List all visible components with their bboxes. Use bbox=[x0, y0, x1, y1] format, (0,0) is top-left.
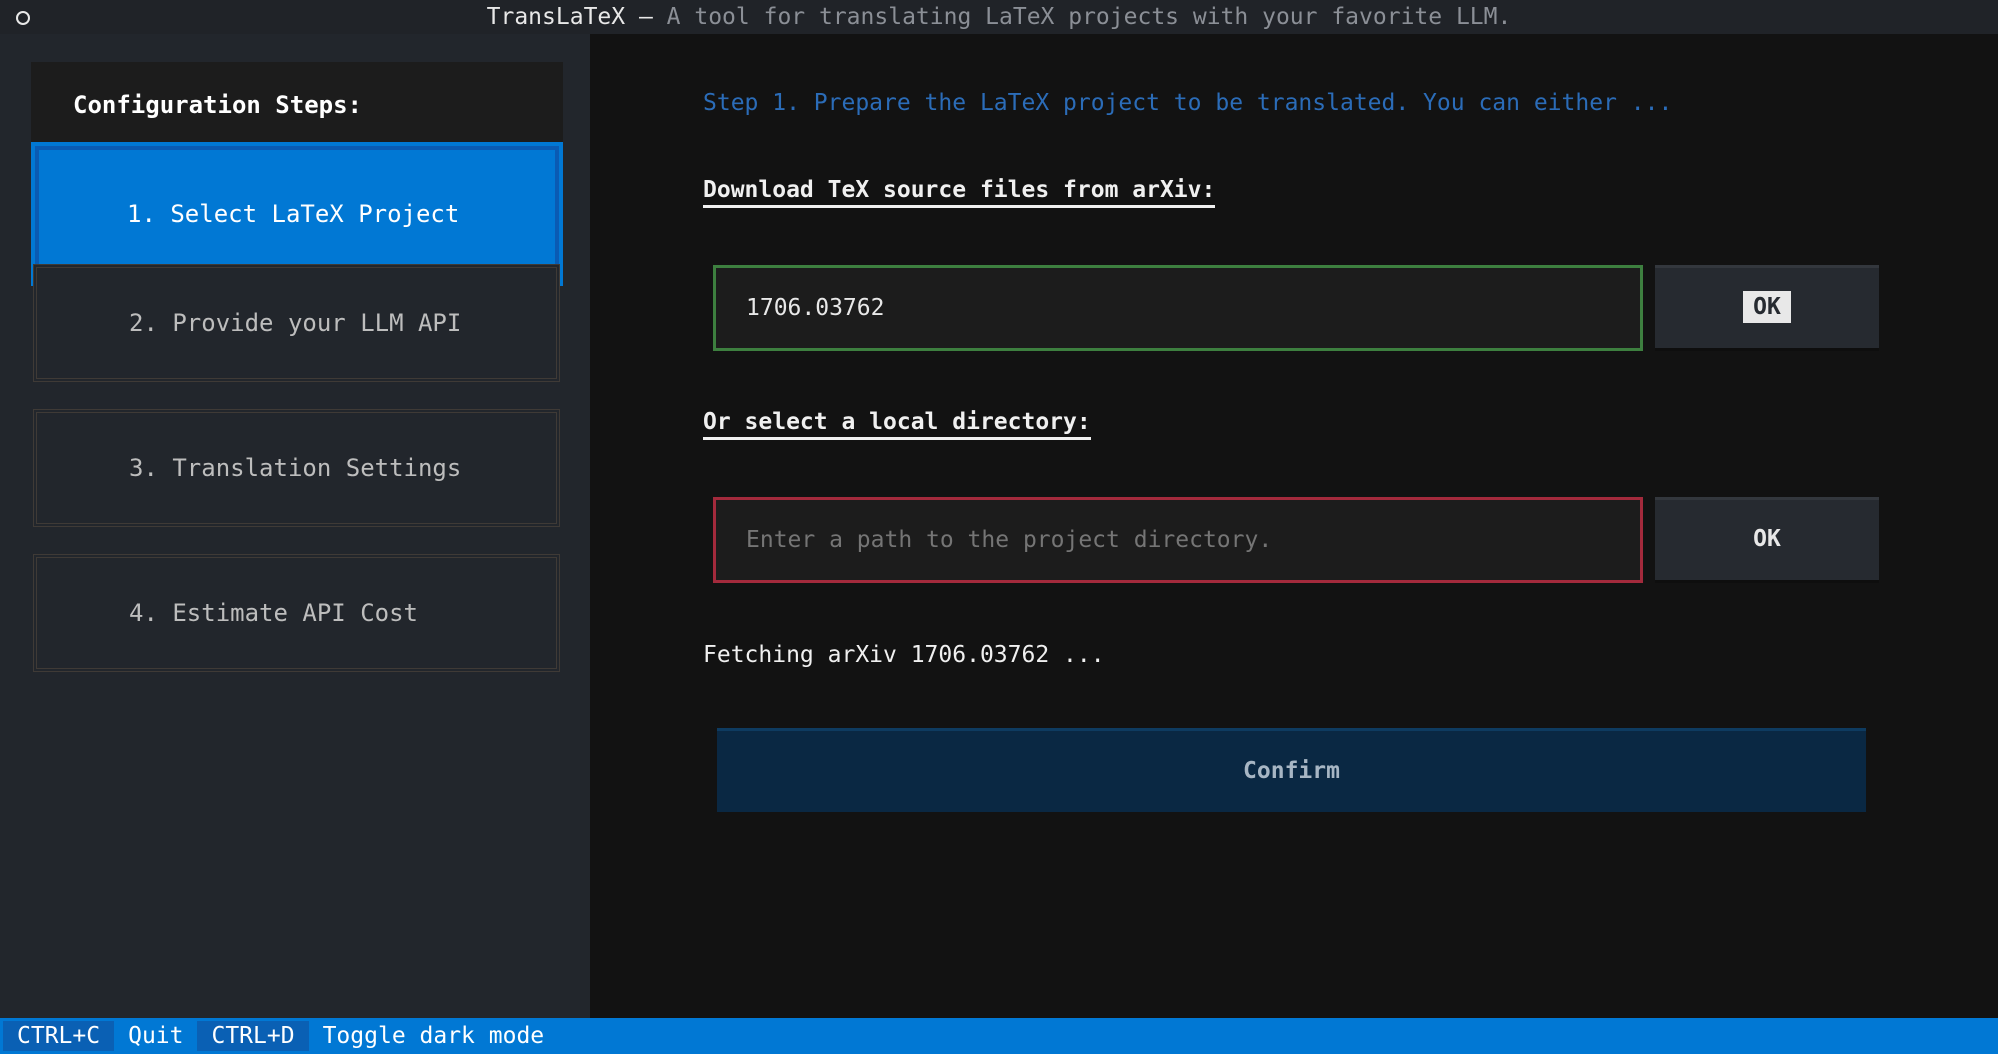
step-label: 2. Provide your LLM API bbox=[129, 309, 462, 337]
sidebar-step-translation-settings[interactable]: 3. Translation Settings bbox=[33, 409, 560, 527]
local-path-input[interactable] bbox=[713, 497, 1643, 583]
sidebar-step-estimate-cost[interactable]: 4. Estimate API Cost bbox=[33, 554, 560, 672]
arxiv-ok-button[interactable]: OK bbox=[1655, 265, 1879, 351]
app-subtitle: A tool for translating LaTeX projects wi… bbox=[666, 4, 1512, 30]
step-label: 1. Select LaTeX Project bbox=[127, 200, 460, 228]
sidebar: Configuration Steps: 1. Select LaTeX Pro… bbox=[0, 34, 590, 1018]
app-title: TransLaTeX bbox=[486, 4, 626, 30]
step-description: Step 1. Prepare the LaTeX project to be … bbox=[703, 90, 1673, 116]
ok-button-label: OK bbox=[1743, 291, 1791, 323]
arxiv-section-label: Download TeX source files from arXiv: bbox=[703, 177, 1216, 208]
app-window: TransLaTeX — A tool for translating LaTe… bbox=[0, 0, 1998, 1054]
quit-label[interactable]: Quit bbox=[114, 1021, 197, 1051]
step-label: 4. Estimate API Cost bbox=[129, 599, 418, 627]
title-separator: — bbox=[625, 4, 667, 30]
quit-key[interactable]: CTRL+C bbox=[3, 1021, 115, 1051]
local-ok-button[interactable]: OK bbox=[1655, 497, 1879, 583]
circle-icon[interactable] bbox=[16, 11, 30, 25]
sidebar-step-llm-api[interactable]: 2. Provide your LLM API bbox=[33, 264, 560, 382]
confirm-label: Confirm bbox=[1243, 758, 1340, 784]
local-section-label: Or select a local directory: bbox=[703, 409, 1091, 440]
main-panel: Step 1. Prepare the LaTeX project to be … bbox=[590, 34, 1998, 1018]
step-label: 3. Translation Settings bbox=[129, 454, 462, 482]
keybinding-row: CTRL+C Quit CTRL+D Toggle dark mode bbox=[3, 1021, 558, 1051]
status-message: Fetching arXiv 1706.03762 ... bbox=[703, 642, 1105, 668]
footer-keybindings: CTRL+C Quit CTRL+D Toggle dark mode bbox=[0, 1018, 1998, 1054]
ok-button-label: OK bbox=[1753, 526, 1781, 552]
sidebar-header: Configuration Steps: bbox=[31, 62, 563, 148]
arxiv-id-input[interactable] bbox=[713, 265, 1643, 351]
title-bar: TransLaTeX — A tool for translating LaTe… bbox=[0, 0, 1998, 34]
confirm-button[interactable]: Confirm bbox=[717, 728, 1866, 812]
dark-mode-key[interactable]: CTRL+D bbox=[197, 1021, 309, 1051]
dark-mode-label[interactable]: Toggle dark mode bbox=[309, 1021, 559, 1051]
